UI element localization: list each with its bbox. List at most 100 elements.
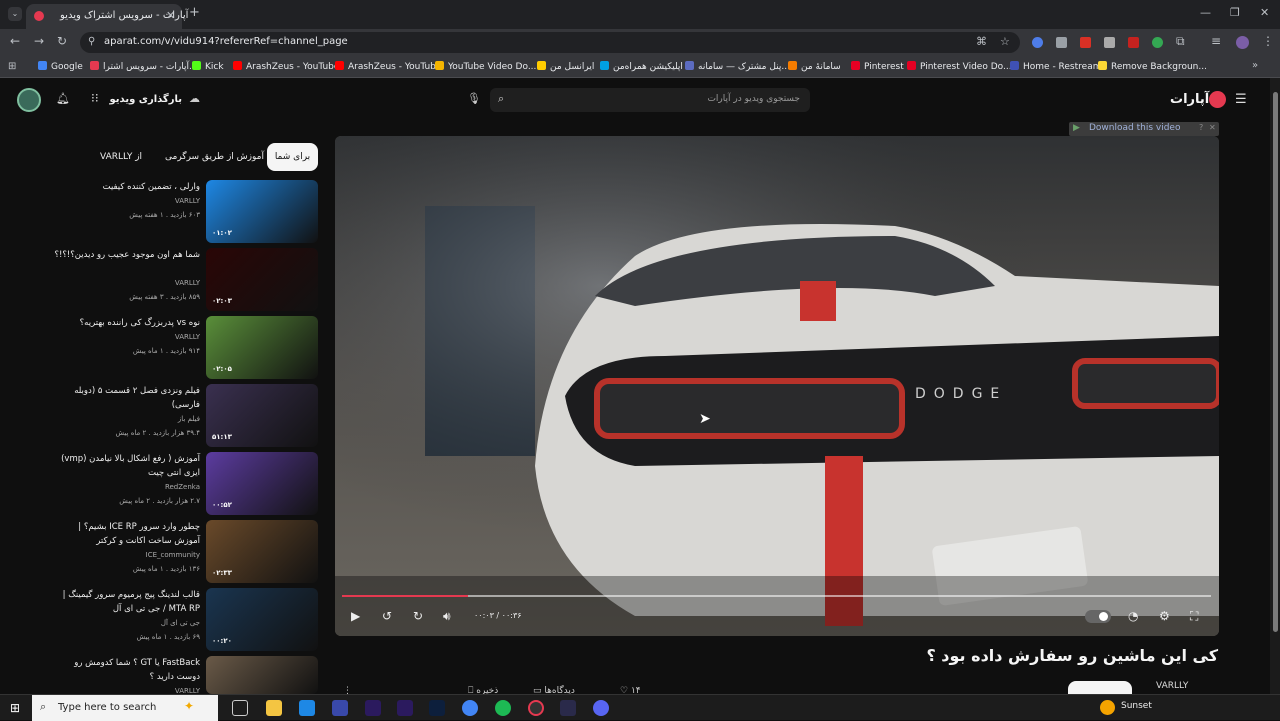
sidebar-video-card[interactable]: ۰۲:۰۳ شما هم اون موجود عجیب رو دیدین؟!؟!؟… — [40, 248, 320, 312]
outlook-icon[interactable] — [299, 700, 315, 716]
chrome-icon[interactable] — [462, 700, 478, 716]
browser-menu-icon[interactable]: ⋮ — [1262, 34, 1274, 48]
after-effects-icon[interactable] — [365, 700, 381, 716]
banner-help-icon[interactable]: ? — [1199, 123, 1203, 132]
app-icon[interactable] — [560, 700, 576, 716]
chip-from-channel[interactable]: از VARLLY — [100, 143, 142, 171]
video-thumbnail[interactable]: ۰۲:۳۳ — [206, 520, 318, 583]
video-card-title[interactable]: FastBack یا GT ؟ شما کدومش رو دوست دارید… — [50, 656, 200, 684]
video-card-title[interactable]: قالب لندینگ پیج پرمیوم سرور گیمینگ | MTA… — [50, 588, 200, 616]
video-card-channel[interactable]: فیلم باز — [178, 415, 200, 423]
video-card-title[interactable]: شما هم اون موجود عجیب رو دیدین؟!؟!؟ — [50, 248, 200, 262]
apps-grid-icon[interactable]: ⊞ — [8, 61, 16, 72]
video-card-title[interactable]: چطور وارد سرور ICE RP بشیم؟ | آموزش ساخت… — [50, 520, 200, 548]
video-card-channel[interactable]: RedZenka — [165, 483, 200, 491]
apps-grid-icon-site[interactable]: ⁝⁝ — [91, 91, 99, 105]
sidebar-video-card[interactable]: ۰۲:۳۳ چطور وارد سرور ICE RP بشیم؟ | آموزش… — [40, 520, 320, 584]
extension-icon[interactable] — [1032, 37, 1043, 48]
video-card-channel[interactable]: جی تی ای آل — [161, 619, 200, 627]
shield-extension-icon[interactable] — [1056, 37, 1067, 48]
extensions-puzzle-icon[interactable]: ⧉ — [1176, 34, 1185, 49]
video-card-title[interactable]: فیلم ونزدی فصل ۲ قسمت ۵ (دوبله فارسی) — [50, 384, 200, 412]
sidebar-video-card[interactable]: ۰۲:۰۵ نوه vs پدربزرگ کی راننده بهتریه؟ VAR… — [40, 316, 320, 380]
video-thumbnail[interactable]: ۰۲:۰۳ — [206, 248, 318, 311]
download-video-banner[interactable]: ▶ Download this video ? ✕ — [1069, 122, 1219, 136]
bookmark-item[interactable]: Pinterest — [851, 61, 904, 72]
site-info-icon[interactable]: ⚲ — [88, 36, 95, 47]
screenshot-extension-icon[interactable] — [1104, 37, 1115, 48]
page-scrollbar[interactable] — [1270, 78, 1280, 694]
video-card-title[interactable]: نوه vs پدربزرگ کی راننده بهتریه؟ — [50, 316, 200, 330]
video-card-channel[interactable]: ICE_community — [146, 551, 200, 559]
tab-search-icon[interactable]: ⌄ — [8, 7, 22, 21]
bookmark-item[interactable]: پنل مشترک — سامانه... — [685, 61, 790, 72]
sidebar-video-card[interactable]: ۰۱:۰۲ وارلی ، تضمین کننده کیفیت VARLLY ۶۰۳ … — [40, 180, 320, 244]
aparat-logo-icon[interactable] — [1209, 91, 1226, 108]
volume-icon[interactable]: 🔊︎ — [443, 609, 451, 624]
close-window-icon[interactable]: ✕ — [1260, 6, 1269, 19]
chip-learning[interactable]: آموزش از طریق سرگرمی — [165, 143, 264, 171]
video-thumbnail[interactable]: ۵۱:۱۳ — [206, 384, 318, 447]
back-icon[interactable]: ← — [10, 34, 20, 48]
bookmark-item[interactable]: Kick — [192, 61, 224, 72]
microphone-icon[interactable]: 🎙︎ — [467, 92, 481, 105]
notifications-bell-icon[interactable]: 🔔︎ — [56, 92, 70, 105]
windows-start-icon[interactable]: ⊞ — [10, 701, 20, 715]
bookmark-item[interactable]: ArashZeus - YouTube — [335, 61, 441, 72]
bookmark-item[interactable]: Remove Backgroun... — [1098, 61, 1207, 72]
bookmark-star-icon[interactable]: ☆ — [1000, 35, 1010, 48]
vpn-extension-icon[interactable] — [1152, 37, 1163, 48]
video-player[interactable]: DODGE — [335, 136, 1219, 636]
translate-icon[interactable]: ⌘ — [976, 35, 987, 48]
sidebar-video-card[interactable]: ۰۰:۲۰ قالب لندینگ پیج پرمیوم سرور گیمینگ … — [40, 588, 320, 652]
pdf-extension-icon[interactable] — [1080, 37, 1091, 48]
bookmark-item[interactable]: Home - Restream — [1010, 61, 1101, 72]
speed-icon[interactable]: ◔ — [1128, 609, 1138, 623]
hamburger-menu-icon[interactable]: ☰ — [1235, 92, 1247, 107]
fullscreen-icon[interactable]: ⛶ — [1190, 609, 1198, 624]
chip-for-you[interactable]: برای شما — [267, 143, 318, 171]
video-thumbnail[interactable]: ۰۰:۲۰ — [206, 588, 318, 651]
forward-10-icon[interactable]: ↻ — [413, 609, 423, 623]
browser-tab[interactable]: آپارات - سرویس اشتراک ویدیو ✕ — [26, 4, 188, 29]
premiere-icon[interactable] — [397, 700, 413, 716]
autoplay-toggle[interactable] — [1085, 610, 1111, 623]
follow-button[interactable] — [1068, 681, 1132, 695]
discord-icon[interactable] — [593, 700, 609, 716]
obs-icon[interactable] — [528, 700, 544, 716]
reading-list-icon[interactable]: ≡ — [1211, 34, 1221, 48]
bookmark-item[interactable]: سامانۀ من — [788, 61, 841, 72]
file-explorer-icon[interactable] — [266, 700, 282, 716]
photoshop-icon[interactable] — [429, 700, 445, 716]
rewind-icon[interactable]: ↺ — [382, 609, 392, 623]
site-logo-text[interactable]: آپارات — [1170, 92, 1209, 107]
task-view-icon[interactable] — [232, 700, 248, 716]
bookmark-item[interactable]: ArashZeus - YouTube — [233, 61, 339, 72]
bookmark-item[interactable]: Google — [38, 61, 83, 72]
maximize-icon[interactable]: ❐ — [1230, 6, 1240, 19]
chart-app-icon[interactable] — [332, 700, 348, 716]
video-card-channel[interactable]: VARLLY — [175, 279, 200, 287]
bookmark-item[interactable]: YouTube Video Do... — [435, 61, 536, 72]
scrollbar-thumb[interactable] — [1273, 92, 1278, 632]
minimize-icon[interactable]: — — [1200, 6, 1211, 19]
video-card-title[interactable]: وارلی ، تضمین کننده کیفیت — [50, 180, 200, 194]
search-input[interactable]: ⌕ جستجوی ویدیو در آپارات — [490, 88, 810, 112]
user-avatar[interactable] — [17, 88, 41, 112]
video-card-channel[interactable]: VARLLY — [175, 197, 200, 205]
reload-icon[interactable]: ↻ — [57, 34, 67, 48]
channel-name[interactable]: VARLLY — [1156, 681, 1188, 691]
settings-gear-icon[interactable]: ⚙ — [1159, 609, 1170, 623]
sidebar-video-card[interactable]: ۵۱:۱۳ فیلم ونزدی فصل ۲ قسمت ۵ (دوبله فارس… — [40, 384, 320, 448]
upload-video-button[interactable]: بارگذاری ویدیو ☁ — [110, 89, 204, 111]
taskbar-search-input[interactable]: ⌕ Type here to search ✦ — [32, 695, 218, 721]
banner-close-icon[interactable]: ✕ — [1209, 123, 1216, 132]
tab-close-icon[interactable]: ✕ — [166, 9, 175, 22]
play-icon[interactable]: ▶ — [351, 609, 360, 623]
video-thumbnail[interactable]: ۰۱:۰۲ — [206, 180, 318, 243]
progress-bar[interactable] — [342, 595, 1211, 597]
bookmark-item[interactable]: آپارات - سرویس اشترا... — [90, 61, 198, 72]
new-tab-icon[interactable]: + — [189, 5, 200, 20]
forward-icon[interactable]: → — [34, 34, 44, 48]
video-card-channel[interactable]: VARLLY — [175, 333, 200, 341]
